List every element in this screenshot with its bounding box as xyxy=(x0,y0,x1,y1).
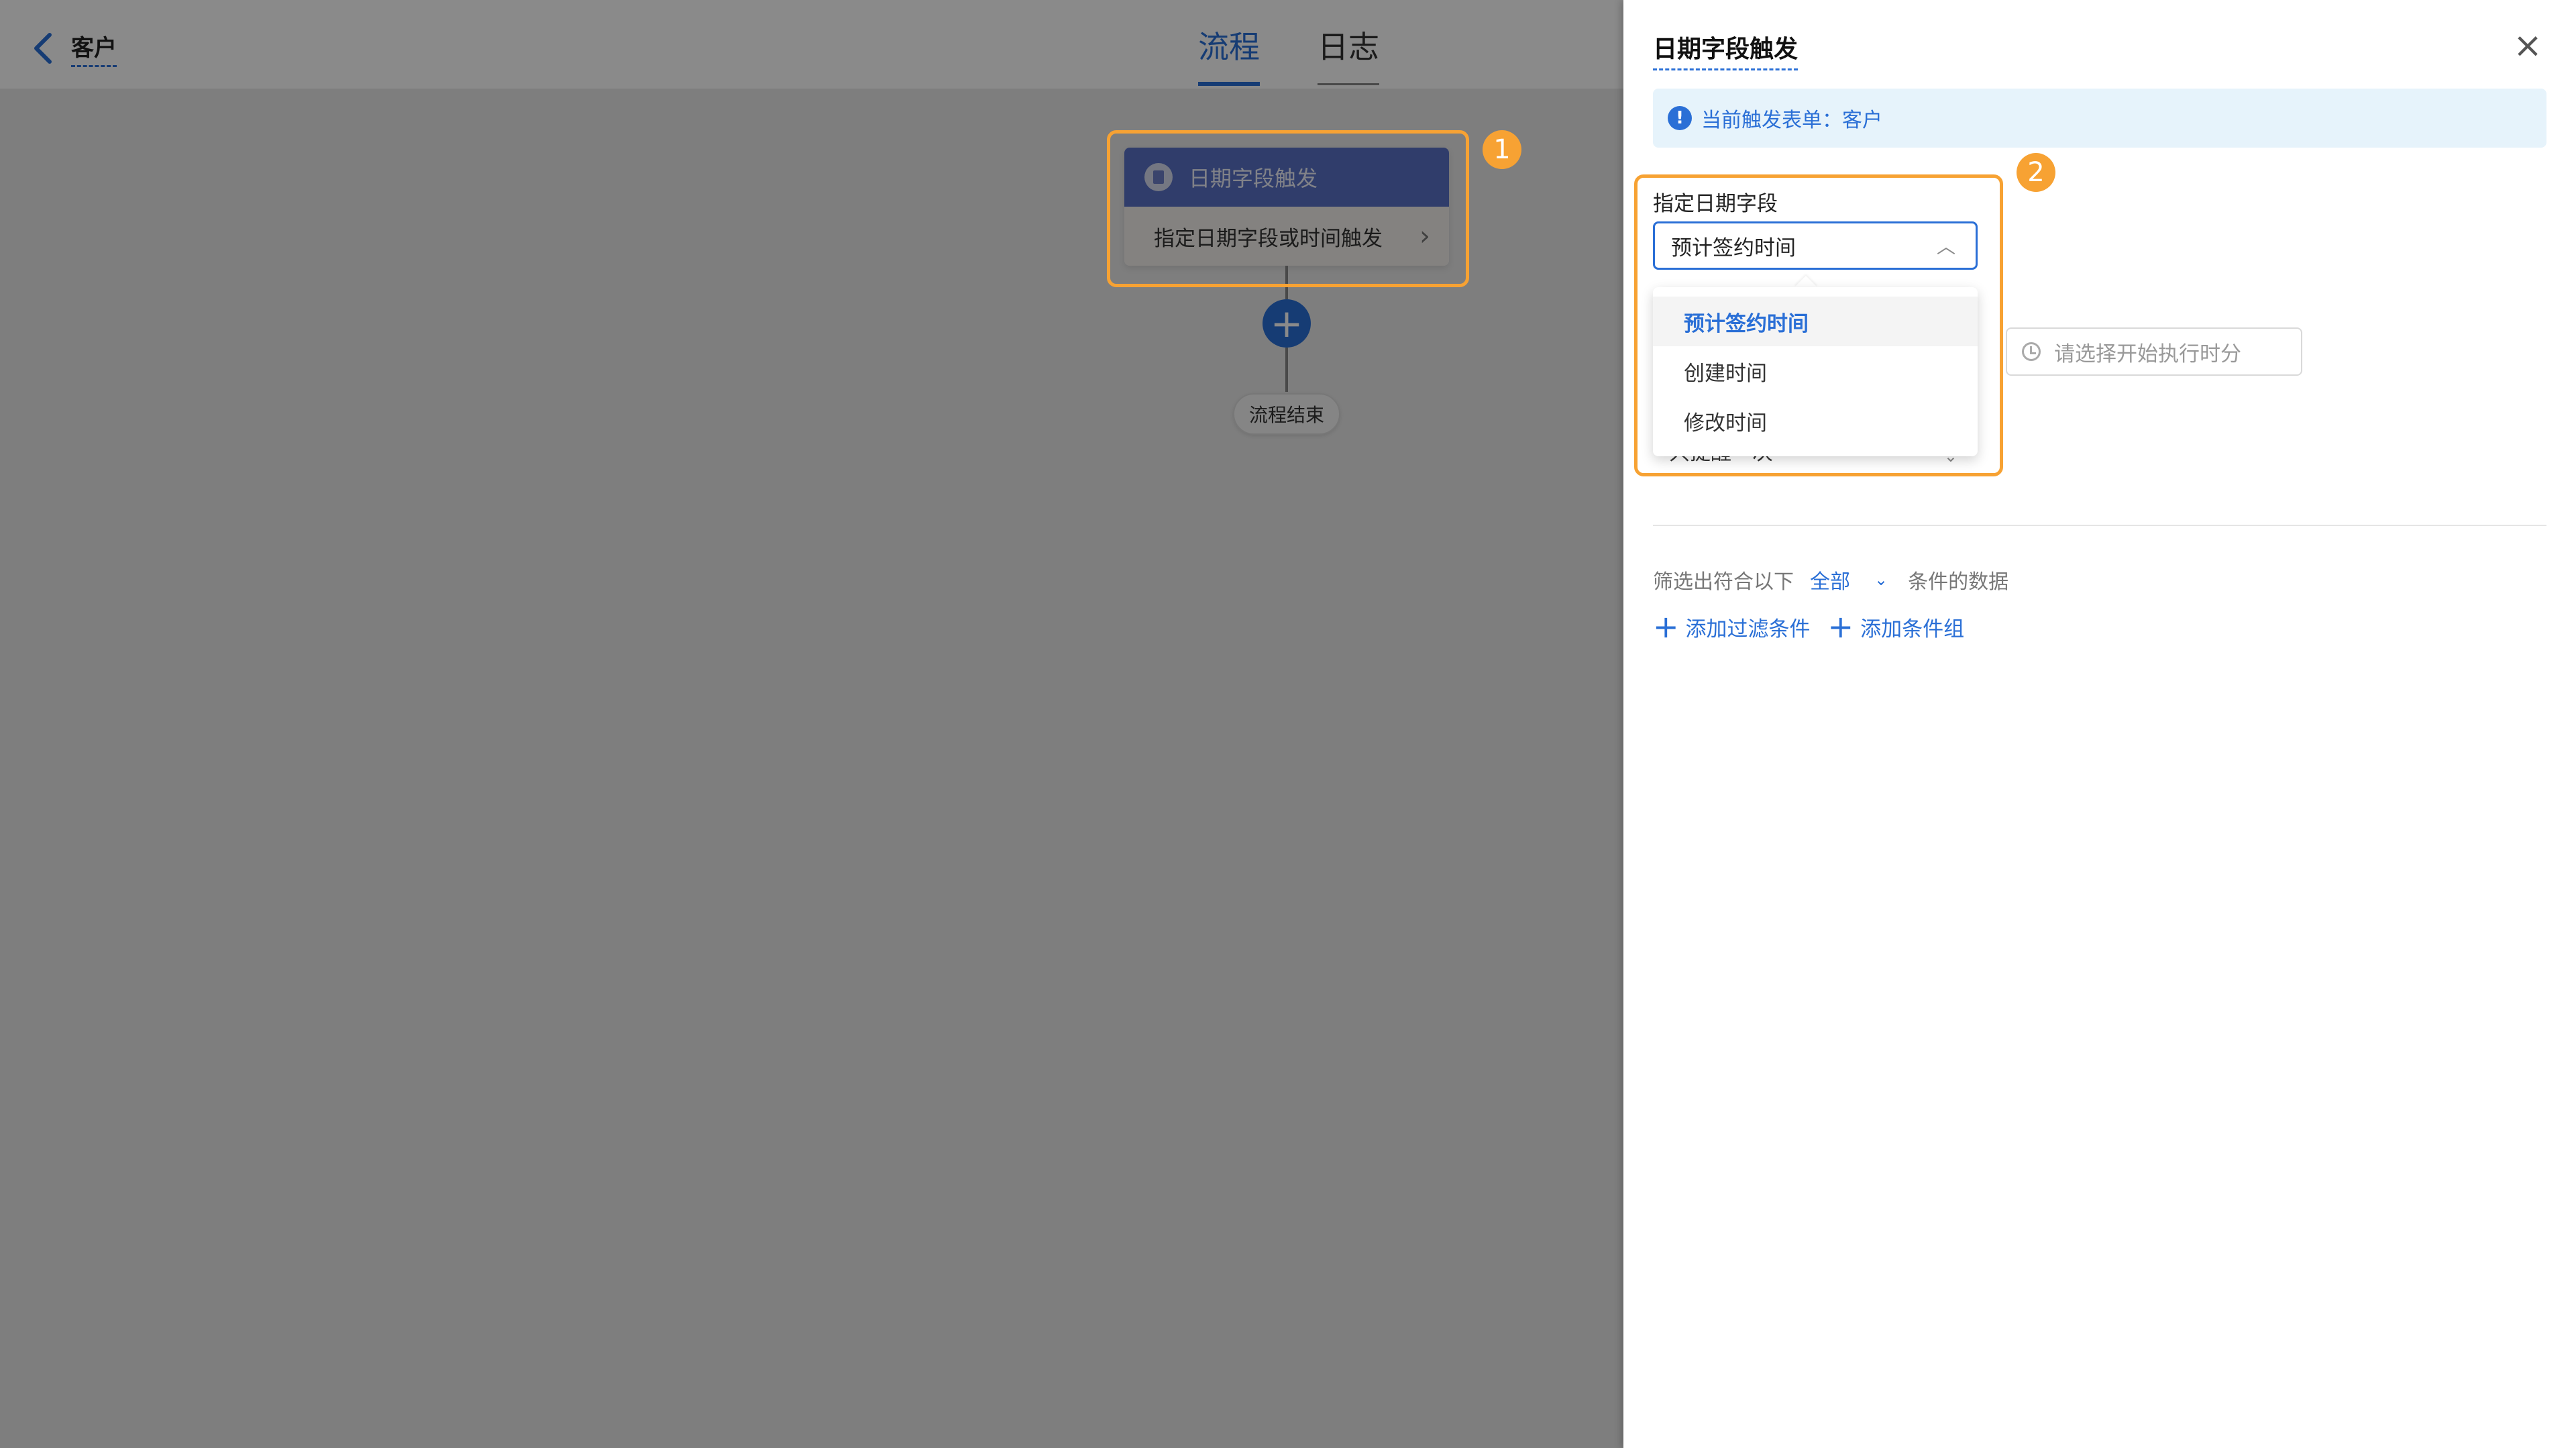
info-icon: ! xyxy=(1668,106,1692,130)
info-banner: ! 当前触发表单：客户 xyxy=(1653,89,2546,148)
start-time-input[interactable]: 请选择开始执行时分 xyxy=(2006,327,2302,376)
drawer-title: 日期字段触发 xyxy=(1653,30,1799,70)
start-time-placeholder: 请选择开始执行时分 xyxy=(2054,342,2241,366)
filter-row: 筛选出符合以下 全部 ⌄ 条件的数据 xyxy=(1653,565,2008,594)
chevron-down-icon[interactable]: ⌄ xyxy=(1874,570,1888,589)
highlight-box-1 xyxy=(1107,130,1469,287)
step-badge-1: 1 xyxy=(1483,130,1521,169)
add-filter-button[interactable]: + 添加过滤条件 xyxy=(1653,611,1811,642)
close-icon[interactable]: × xyxy=(2509,27,2546,64)
add-conditions-row: + 添加过滤条件 + 添加条件组 xyxy=(1653,611,1982,643)
filter-suffix: 条件的数据 xyxy=(1908,570,2009,594)
clock-icon xyxy=(2022,342,2041,361)
divider xyxy=(1653,525,2546,526)
plus-icon: + xyxy=(1653,609,1679,645)
highlight-box-2 xyxy=(1634,174,2003,476)
plus-icon: + xyxy=(1827,609,1854,645)
info-text: 当前触发表单：客户 xyxy=(1701,109,1882,132)
add-group-button[interactable]: + 添加条件组 xyxy=(1828,611,1965,642)
add-group-label: 添加条件组 xyxy=(1860,617,1965,641)
step-badge-2: 2 xyxy=(2017,153,2055,192)
add-filter-label: 添加过滤条件 xyxy=(1685,617,1811,641)
filter-prefix: 筛选出符合以下 xyxy=(1653,570,1794,594)
filter-mode-select[interactable]: 全部 xyxy=(1810,565,1850,594)
